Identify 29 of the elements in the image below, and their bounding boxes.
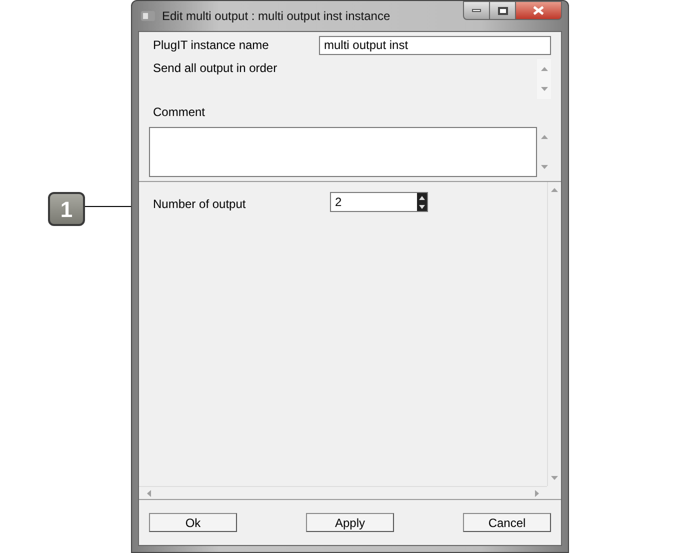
scroll-up-icon[interactable] [540, 135, 548, 139]
maximize-button[interactable] [490, 1, 516, 20]
scroll-up-icon[interactable] [540, 67, 548, 71]
spin-up-icon[interactable] [419, 196, 425, 200]
instance-name-field[interactable]: multi output inst [319, 36, 551, 54]
scroll-up-icon[interactable] [551, 188, 558, 192]
comment-label: Comment [152, 104, 206, 121]
dialog-button[interactable]: Apply [306, 513, 394, 532]
spin-down-icon[interactable] [419, 204, 425, 208]
window-title: Edit multi output : multi output inst instance [162, 8, 390, 25]
minimize-button[interactable] [463, 1, 490, 20]
number-of-output-label: Number of output [153, 196, 247, 213]
dialog-button[interactable]: Cancel [463, 513, 551, 532]
app-icon [140, 9, 156, 23]
close-button[interactable] [516, 1, 562, 20]
horizontal-scrollbar[interactable] [139, 486, 547, 499]
comment-field[interactable] [149, 127, 537, 177]
scroll-right-icon[interactable] [535, 490, 539, 496]
scroll-left-icon[interactable] [147, 490, 151, 496]
number-spinner[interactable]: 2 [330, 192, 428, 212]
instance-name-label: PlugIT instance name [152, 37, 270, 54]
close-icon [533, 6, 544, 15]
scroll-down-icon[interactable] [540, 87, 548, 91]
dialog-button[interactable]: Ok [149, 513, 237, 532]
description-text: Send all output in order [152, 60, 278, 77]
callout-badge: 1 [48, 192, 85, 226]
vertical-scrollbar[interactable] [547, 182, 561, 486]
scroll-down-icon[interactable] [551, 476, 558, 480]
scroll-down-icon[interactable] [540, 165, 548, 169]
